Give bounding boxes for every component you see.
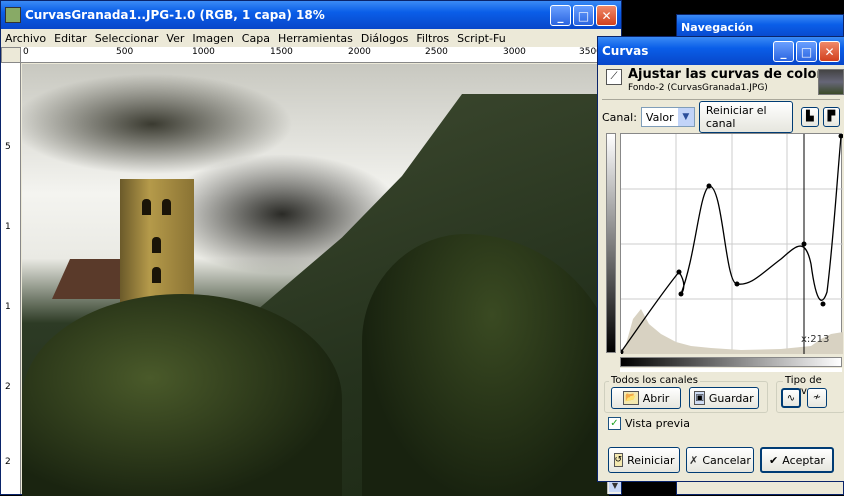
menu-editar[interactable]: Editar — [54, 32, 87, 45]
curves-title: Curvas — [602, 44, 649, 58]
curves-titlebar[interactable]: Curvas _ □ ✕ — [598, 37, 844, 65]
ruler-label: 2 — [5, 457, 11, 467]
open-button[interactable]: 📂 Abrir — [611, 387, 681, 409]
tower-window — [152, 237, 161, 253]
curves-maximize-button[interactable]: □ — [796, 41, 817, 62]
ruler-label: 1 — [5, 302, 11, 312]
maximize-button[interactable]: □ — [573, 5, 594, 26]
ruler-label: 2 — [5, 382, 11, 392]
curves-header-subtitle: Fondo-2 (CurvasGranada1.JPG) — [628, 83, 768, 93]
curves-header-title: Ajustar las curvas de color — [628, 67, 823, 82]
image-canvas[interactable] — [22, 64, 609, 496]
cancel-button[interactable]: ✗ Cancelar — [686, 447, 754, 473]
ruler-label: 1500 — [270, 47, 293, 57]
accept-icon: ✔ — [769, 453, 779, 467]
tower-window — [152, 267, 161, 283]
floppy-save-icon: ▣ — [694, 391, 705, 405]
reset-button[interactable]: ↺ Reiniciar — [608, 447, 680, 473]
cancel-x-icon: ✗ — [689, 453, 699, 467]
separator — [602, 99, 840, 100]
cancel-button-label: Cancelar — [702, 453, 751, 467]
ruler-label: 2500 — [425, 47, 448, 57]
freehand-curve-icon[interactable]: ≁ — [807, 388, 827, 408]
image-window-title: CurvasGranada1..JPG-1.0 (RGB, 1 capa) 18… — [25, 8, 325, 22]
menu-capa[interactable]: Capa — [242, 32, 270, 45]
menu-dialogos[interactable]: Diálogos — [361, 32, 409, 45]
graph-grid — [621, 134, 843, 354]
menu-herramientas[interactable]: Herramientas — [278, 32, 353, 45]
smooth-curve-icon[interactable]: ∿ — [781, 388, 801, 408]
ruler-label: 1000 — [192, 47, 215, 57]
preview-label: Vista previa — [625, 417, 690, 430]
menu-ver[interactable]: Ver — [166, 32, 184, 45]
log-histogram-icon[interactable]: ▛ — [822, 107, 841, 127]
vertical-ruler[interactable]: 5 1 1 2 2 — [1, 63, 21, 494]
horizontal-value-gradient — [620, 357, 842, 367]
open-button-label: Abrir — [642, 391, 670, 405]
curve-graph[interactable]: x:213 — [620, 133, 843, 354]
menu-script-fu[interactable]: Script-Fu — [457, 32, 506, 45]
chevron-down-icon[interactable]: ▼ — [677, 108, 694, 126]
image-window: CurvasGranada1..JPG-1.0 (RGB, 1 capa) 18… — [0, 0, 622, 496]
ruler-corner-button[interactable] — [1, 47, 21, 63]
curves-header: ⟋ Ajustar las curvas de color Fondo-2 (C… — [602, 67, 844, 97]
all-channels-group: Todos los canales 📂 Abrir ▣ Guardar — [604, 375, 768, 413]
curves-minimize-button[interactable]: _ — [773, 41, 794, 62]
linear-histogram-icon[interactable]: ▙ — [801, 107, 819, 127]
tower-window — [162, 199, 171, 215]
reset-channel-label: Reiniciar el canal — [705, 104, 767, 130]
menubar: Archivo Editar Seleccionar Ver Imagen Ca… — [1, 29, 621, 47]
curves-close-button[interactable]: ✕ — [819, 41, 840, 62]
x-position-readout: x:213 — [801, 334, 830, 345]
dialog-button-row: ↺ Reiniciar ✗ Cancelar ✔ Aceptar — [608, 447, 834, 473]
ruler-label: 3000 — [503, 47, 526, 57]
ruler-label: 1 — [5, 222, 11, 232]
layer-thumbnail — [818, 69, 844, 95]
menu-imagen[interactable]: Imagen — [192, 32, 233, 45]
reset-icon: ↺ — [613, 453, 624, 467]
vertical-value-gradient — [606, 133, 616, 353]
menu-archivo[interactable]: Archivo — [5, 32, 46, 45]
preview-checkbox[interactable]: ✓ — [608, 417, 621, 430]
reset-button-label: Reiniciar — [627, 453, 675, 467]
minimize-button[interactable]: _ — [550, 5, 571, 26]
horizontal-ruler[interactable]: 0 500 1000 1500 2000 2500 3000 3500 — [21, 47, 607, 63]
curve-type-group: Tipo de curva ∿ ≁ — [776, 375, 844, 413]
tower-window — [142, 199, 151, 215]
ruler-label: 0 — [23, 47, 29, 57]
channel-label: Canal: — [602, 110, 637, 124]
close-button[interactable]: ✕ — [596, 5, 617, 26]
gradient-spacer — [620, 368, 842, 372]
channel-select[interactable]: Valor ▼ — [640, 107, 695, 127]
accept-button-label: Aceptar — [782, 453, 825, 467]
reset-channel-button[interactable]: Reiniciar el canal — [698, 101, 794, 133]
channel-value: Valor — [645, 110, 674, 124]
curves-tool-icon: ⟋ — [606, 69, 622, 85]
ruler-label: 2000 — [348, 47, 371, 57]
image-window-titlebar[interactable]: CurvasGranada1..JPG-1.0 (RGB, 1 capa) 18… — [1, 1, 621, 29]
gimp-app-icon — [5, 7, 21, 23]
curve-svg — [621, 134, 843, 354]
all-channels-label: Todos los canales — [609, 375, 700, 386]
save-button[interactable]: ▣ Guardar — [689, 387, 759, 409]
ruler-label: 5 — [5, 142, 11, 152]
menu-seleccionar[interactable]: Seleccionar — [95, 32, 159, 45]
accept-button[interactable]: ✔ Aceptar — [760, 447, 834, 473]
channel-row: Canal: Valor ▼ Reiniciar el canal ▙ ▛ — [602, 101, 844, 133]
curves-dialog: Curvas _ □ ✕ ⟋ Ajustar las curvas de col… — [597, 36, 844, 482]
preview-row: ✓ Vista previa — [608, 417, 690, 430]
menu-filtros[interactable]: Filtros — [416, 32, 449, 45]
folder-open-icon: 📂 — [622, 391, 639, 405]
save-button-label: Guardar — [708, 391, 754, 405]
ruler-label: 500 — [116, 47, 134, 57]
navigation-title: Navegación — [681, 20, 754, 34]
trees-left — [22, 294, 342, 496]
